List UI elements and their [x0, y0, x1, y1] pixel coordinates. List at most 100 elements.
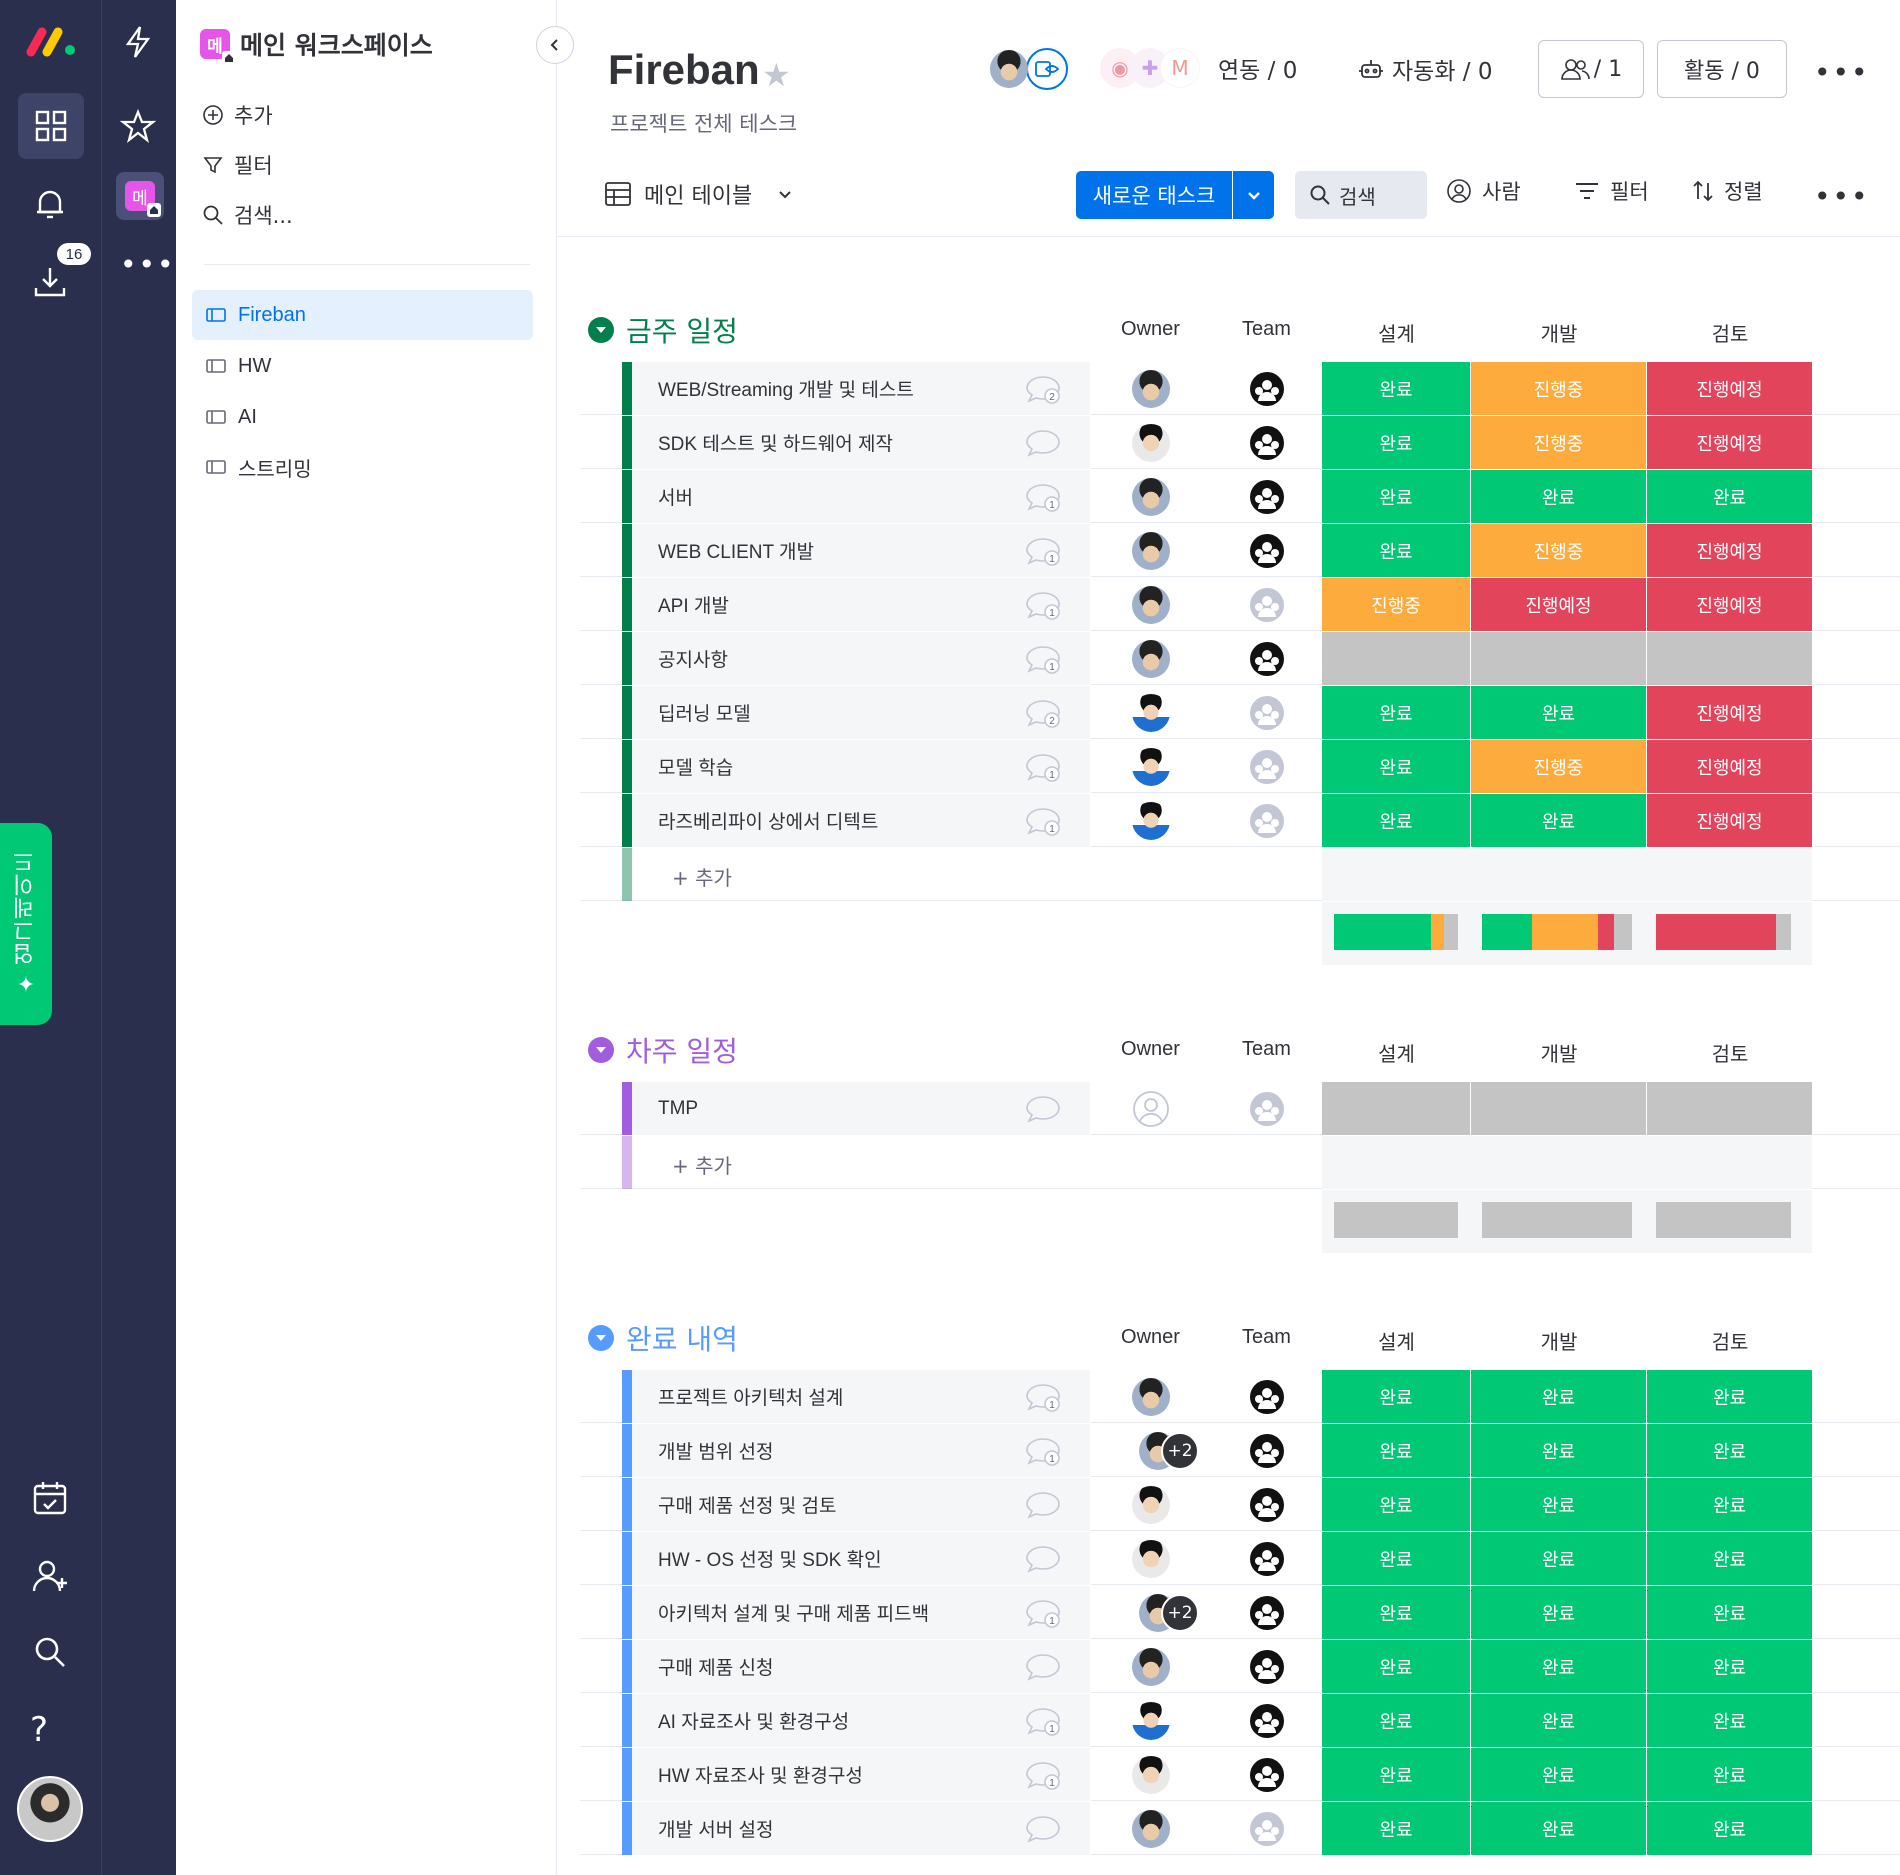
- owner-avatar[interactable]: [1132, 423, 1170, 462]
- item-name-cell[interactable]: HW 자료조사 및 환경구성: [632, 1748, 1090, 1801]
- item-row[interactable]: 구매 제품 신청 완료 완료 완료: [580, 1640, 1900, 1693]
- team-icon[interactable]: [1249, 1649, 1285, 1685]
- column-header-design[interactable]: 설계: [1322, 1326, 1471, 1355]
- team-cell[interactable]: [1211, 524, 1322, 577]
- invite-member-icon[interactable]: [30, 1556, 70, 1596]
- conversation-bubble-icon[interactable]: 1: [1024, 1760, 1062, 1790]
- status-cell[interactable]: 완료: [1471, 1424, 1647, 1477]
- column-header-team[interactable]: Team: [1211, 318, 1322, 341]
- status-cell[interactable]: 완료: [1322, 740, 1471, 793]
- sidebar-board-item[interactable]: 스트리밍: [192, 442, 533, 492]
- sidebar-add[interactable]: 추가: [202, 100, 273, 130]
- conversation-bubble-icon[interactable]: 1: [1024, 1382, 1062, 1412]
- status-cell[interactable]: 진행예정: [1647, 362, 1813, 415]
- owner-avatar[interactable]: [1132, 1377, 1170, 1416]
- column-header-review[interactable]: 검토: [1647, 1326, 1813, 1355]
- status-cell[interactable]: 완료: [1471, 470, 1647, 523]
- status-cell[interactable]: [1647, 1082, 1813, 1135]
- team-icon[interactable]: [1249, 425, 1285, 461]
- team-icon[interactable]: [1249, 371, 1285, 407]
- status-summary-bar[interactable]: [1334, 914, 1458, 950]
- item-row[interactable]: 개발 서버 설정 완료 완료 완료: [580, 1802, 1900, 1855]
- status-cell[interactable]: 완료: [1471, 1802, 1647, 1855]
- owner-avatar[interactable]: [1132, 1701, 1170, 1740]
- integrations-button[interactable]: ◉ ✚ M 연동 / 0: [1100, 48, 1297, 88]
- my-work-calendar-icon[interactable]: [30, 1478, 70, 1518]
- status-cell[interactable]: [1471, 632, 1647, 685]
- sidebar-board-item[interactable]: HW: [192, 341, 533, 391]
- owner-cell[interactable]: +2: [1090, 1586, 1211, 1639]
- automations-button[interactable]: 자동화 / 0: [1358, 52, 1493, 86]
- team-icon[interactable]: [1249, 1433, 1285, 1469]
- sidebar-search[interactable]: 검색...: [202, 200, 293, 230]
- item-name-cell[interactable]: 개발 범위 선정: [632, 1424, 1090, 1477]
- status-summary-bar[interactable]: [1656, 1202, 1791, 1238]
- column-header-review[interactable]: 검토: [1647, 318, 1813, 347]
- status-cell[interactable]: 완료: [1647, 1640, 1813, 1693]
- column-header-team[interactable]: Team: [1211, 1038, 1322, 1061]
- board-description[interactable]: 프로젝트 전체 테스크: [610, 108, 797, 138]
- home-grid-icon[interactable]: [18, 93, 84, 159]
- owner-avatar[interactable]: [1132, 1755, 1170, 1794]
- conversation-bubble-icon[interactable]: 2: [1024, 698, 1062, 728]
- team-cell[interactable]: [1211, 1586, 1322, 1639]
- team-cell[interactable]: [1211, 470, 1322, 523]
- team-icon[interactable]: [1249, 803, 1285, 839]
- add-item-row[interactable]: + 추가: [580, 1136, 1900, 1189]
- owner-cell[interactable]: [1090, 1748, 1211, 1801]
- status-cell[interactable]: 완료: [1322, 1424, 1471, 1477]
- sidebar-filter[interactable]: 필터: [202, 150, 273, 180]
- team-cell[interactable]: [1211, 632, 1322, 685]
- upgrade-button[interactable]: 업그레이드 ✦: [0, 823, 52, 1025]
- team-icon[interactable]: [1249, 533, 1285, 569]
- status-cell[interactable]: 완료: [1322, 1802, 1471, 1855]
- status-cell[interactable]: 진행예정: [1471, 578, 1647, 631]
- owner-avatar[interactable]: [1132, 477, 1170, 516]
- status-cell[interactable]: [1322, 1082, 1471, 1135]
- column-header-design[interactable]: 설계: [1322, 318, 1471, 347]
- team-cell[interactable]: [1211, 1640, 1322, 1693]
- column-header-owner[interactable]: Owner: [1090, 1038, 1211, 1061]
- search-icon[interactable]: [30, 1632, 70, 1672]
- status-cell[interactable]: 완료: [1471, 1532, 1647, 1585]
- owner-cell[interactable]: [1090, 416, 1211, 469]
- status-cell[interactable]: 완료: [1471, 686, 1647, 739]
- monday-logo[interactable]: [26, 24, 78, 58]
- team-icon[interactable]: [1249, 479, 1285, 515]
- notifications-bell-icon[interactable]: [30, 184, 70, 224]
- owner-cell[interactable]: [1090, 1370, 1211, 1423]
- workspace-avatar[interactable]: 메: [116, 172, 164, 220]
- team-icon[interactable]: [1249, 1541, 1285, 1577]
- item-row[interactable]: 모델 학습 1 완료 진행중 진행예정: [580, 740, 1900, 793]
- team-cell[interactable]: [1211, 1478, 1322, 1531]
- item-row[interactable]: 프로젝트 아키텍처 설계 1 완료 완료 완료: [580, 1370, 1900, 1423]
- item-name-cell[interactable]: WEB CLIENT 개발: [632, 524, 1090, 577]
- status-cell[interactable]: 진행예정: [1647, 794, 1813, 847]
- item-name-cell[interactable]: 아키텍처 설계 및 구매 제품 피드백: [632, 1586, 1090, 1639]
- group-collapse-chevron-icon[interactable]: [588, 1325, 614, 1351]
- status-cell[interactable]: 진행중: [1471, 524, 1647, 577]
- column-header-review[interactable]: 검토: [1647, 1038, 1813, 1067]
- empty-owner-icon[interactable]: [1132, 1090, 1170, 1128]
- owner-avatar[interactable]: [1132, 531, 1170, 570]
- conversation-bubble-icon[interactable]: 1: [1024, 590, 1062, 620]
- conversation-bubble-icon[interactable]: [1024, 428, 1062, 458]
- item-name-cell[interactable]: SDK 테스트 및 하드웨어 제작: [632, 416, 1090, 469]
- status-cell[interactable]: 완료: [1322, 1640, 1471, 1693]
- status-cell[interactable]: 완료: [1322, 686, 1471, 739]
- help-icon[interactable]: ?: [30, 1710, 48, 1750]
- status-cell[interactable]: 완료: [1322, 1370, 1471, 1423]
- new-task-dropdown-chevron-icon[interactable]: [1232, 171, 1274, 219]
- owner-cell[interactable]: [1090, 686, 1211, 739]
- group-header[interactable]: 금주 일정: [588, 310, 738, 350]
- team-cell[interactable]: [1211, 578, 1322, 631]
- team-icon[interactable]: [1249, 1811, 1285, 1847]
- status-cell[interactable]: 완료: [1471, 1748, 1647, 1801]
- item-row[interactable]: 아키텍처 설계 및 구매 제품 피드백 1 +2 완료 완료 완료: [580, 1586, 1900, 1639]
- owner-avatar[interactable]: [1132, 1539, 1170, 1578]
- team-cell[interactable]: [1211, 1424, 1322, 1477]
- favorites-star-icon[interactable]: [120, 108, 156, 144]
- item-name-cell[interactable]: 프로젝트 아키텍처 설계: [632, 1370, 1090, 1423]
- item-name-cell[interactable]: AI 자료조사 및 환경구성: [632, 1694, 1090, 1747]
- item-row[interactable]: 서버 1 완료 완료 완료: [580, 470, 1900, 523]
